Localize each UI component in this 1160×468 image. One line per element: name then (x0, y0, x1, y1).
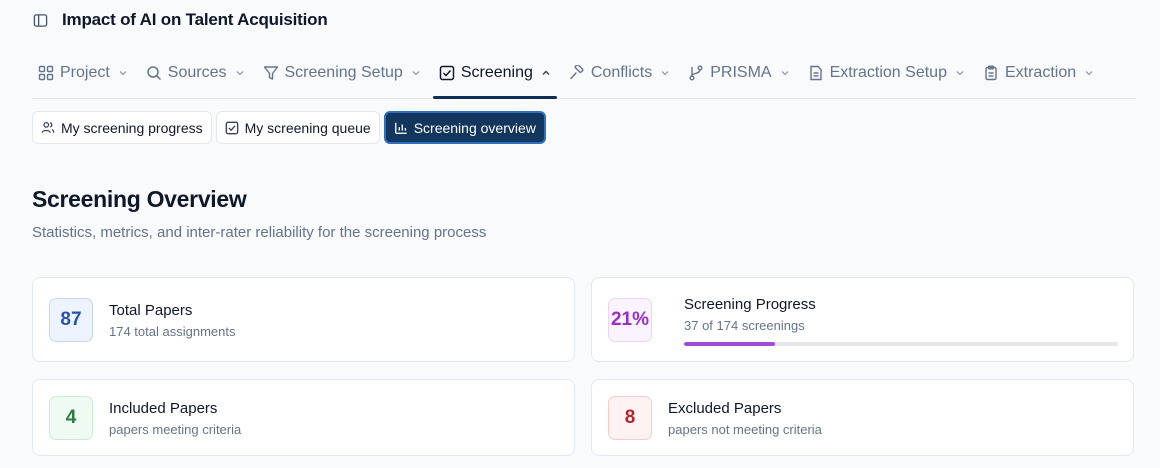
sidebar-toggle-icon[interactable] (32, 12, 48, 28)
excluded-papers-title: Excluded Papers (668, 400, 782, 417)
total-papers-subtitle: 174 total assignments (109, 324, 236, 339)
screening-progress-fill (684, 342, 776, 346)
chevron-up-icon (541, 68, 551, 78)
gavel-icon (569, 65, 585, 81)
included-papers-title: Included Papers (109, 400, 218, 417)
git-branch-icon (688, 65, 704, 81)
users-icon (41, 121, 55, 135)
subtab-label: Screening overview (413, 119, 536, 136)
screening-progress-value: 21% (608, 298, 652, 342)
included-papers-subtitle: papers meeting criteria (109, 422, 242, 437)
chevron-down-icon (660, 68, 670, 78)
excluded-papers-card: 8 Excluded Papers papers not meeting cri… (591, 379, 1134, 456)
chevron-down-icon (955, 68, 965, 78)
document-icon (808, 65, 824, 81)
screening-progress-card: 21% Screening Progress 37 of 174 screeni… (591, 277, 1134, 362)
included-papers-value: 4 (49, 396, 93, 440)
subtab-my-screening-queue[interactable]: My screening queue (215, 111, 380, 144)
tab-sources[interactable]: Sources (140, 48, 251, 98)
chevron-down-icon (780, 68, 790, 78)
grid-icon (38, 65, 54, 81)
tab-label: Screening (460, 64, 533, 81)
tab-label: PRISMA (710, 64, 772, 81)
excluded-papers-subtitle: papers not meeting criteria (668, 422, 822, 437)
screening-progress-title: Screening Progress (684, 296, 816, 313)
tab-prisma[interactable]: PRISMA (682, 48, 795, 98)
total-papers-title: Total Papers (109, 302, 193, 319)
tab-extraction[interactable]: Extraction (977, 48, 1100, 98)
chevron-down-icon (118, 68, 128, 78)
tab-label: Extraction (1004, 64, 1077, 81)
chevron-down-icon (411, 68, 421, 78)
chevron-down-icon (235, 68, 245, 78)
screening-progress-subtitle: 37 of 174 screenings (684, 318, 805, 333)
tab-screening[interactable]: Screening (432, 48, 557, 99)
total-papers-card: 87 Total Papers 174 total assignments (32, 277, 575, 362)
top-bar: Impact of AI on Talent Acquisition (32, 8, 328, 32)
subtab-label: My screening progress (61, 119, 203, 136)
page-subtitle: Statistics, metrics, and inter-rater rel… (32, 224, 487, 241)
subtab-label: My screening queue (244, 119, 371, 136)
search-icon (146, 65, 162, 81)
main-nav: Project Sources Screening Setup Screenin… (32, 48, 1136, 99)
checkbox-icon (225, 121, 239, 135)
tab-label: Extraction Setup (829, 64, 947, 81)
screening-progress-bar (684, 342, 1118, 346)
tab-label: Conflicts (590, 64, 653, 81)
included-papers-card: 4 Included Papers papers meeting criteri… (32, 379, 575, 456)
filter-icon (263, 65, 279, 81)
checkbox-icon (439, 65, 455, 81)
subtab-my-screening-progress[interactable]: My screening progress (32, 111, 212, 144)
screening-subtabs: My screening progress My screening queue… (32, 111, 546, 144)
excluded-papers-value: 8 (608, 396, 652, 440)
total-papers-value: 87 (49, 298, 93, 342)
bar-chart-icon (394, 121, 408, 135)
page-title: Screening Overview (32, 186, 247, 212)
clipboard-icon (983, 65, 999, 81)
tab-project[interactable]: Project (32, 48, 134, 98)
tab-screening-setup[interactable]: Screening Setup (257, 48, 427, 98)
tab-extraction-setup[interactable]: Extraction Setup (802, 48, 971, 98)
tab-label: Sources (167, 64, 227, 81)
project-title: Impact of AI on Talent Acquisition (62, 10, 328, 29)
tab-label: Screening Setup (284, 64, 403, 81)
subtab-screening-overview[interactable]: Screening overview (383, 111, 546, 144)
tab-conflicts[interactable]: Conflicts (563, 48, 676, 98)
tab-label: Project (60, 64, 110, 81)
chevron-down-icon (1084, 68, 1094, 78)
